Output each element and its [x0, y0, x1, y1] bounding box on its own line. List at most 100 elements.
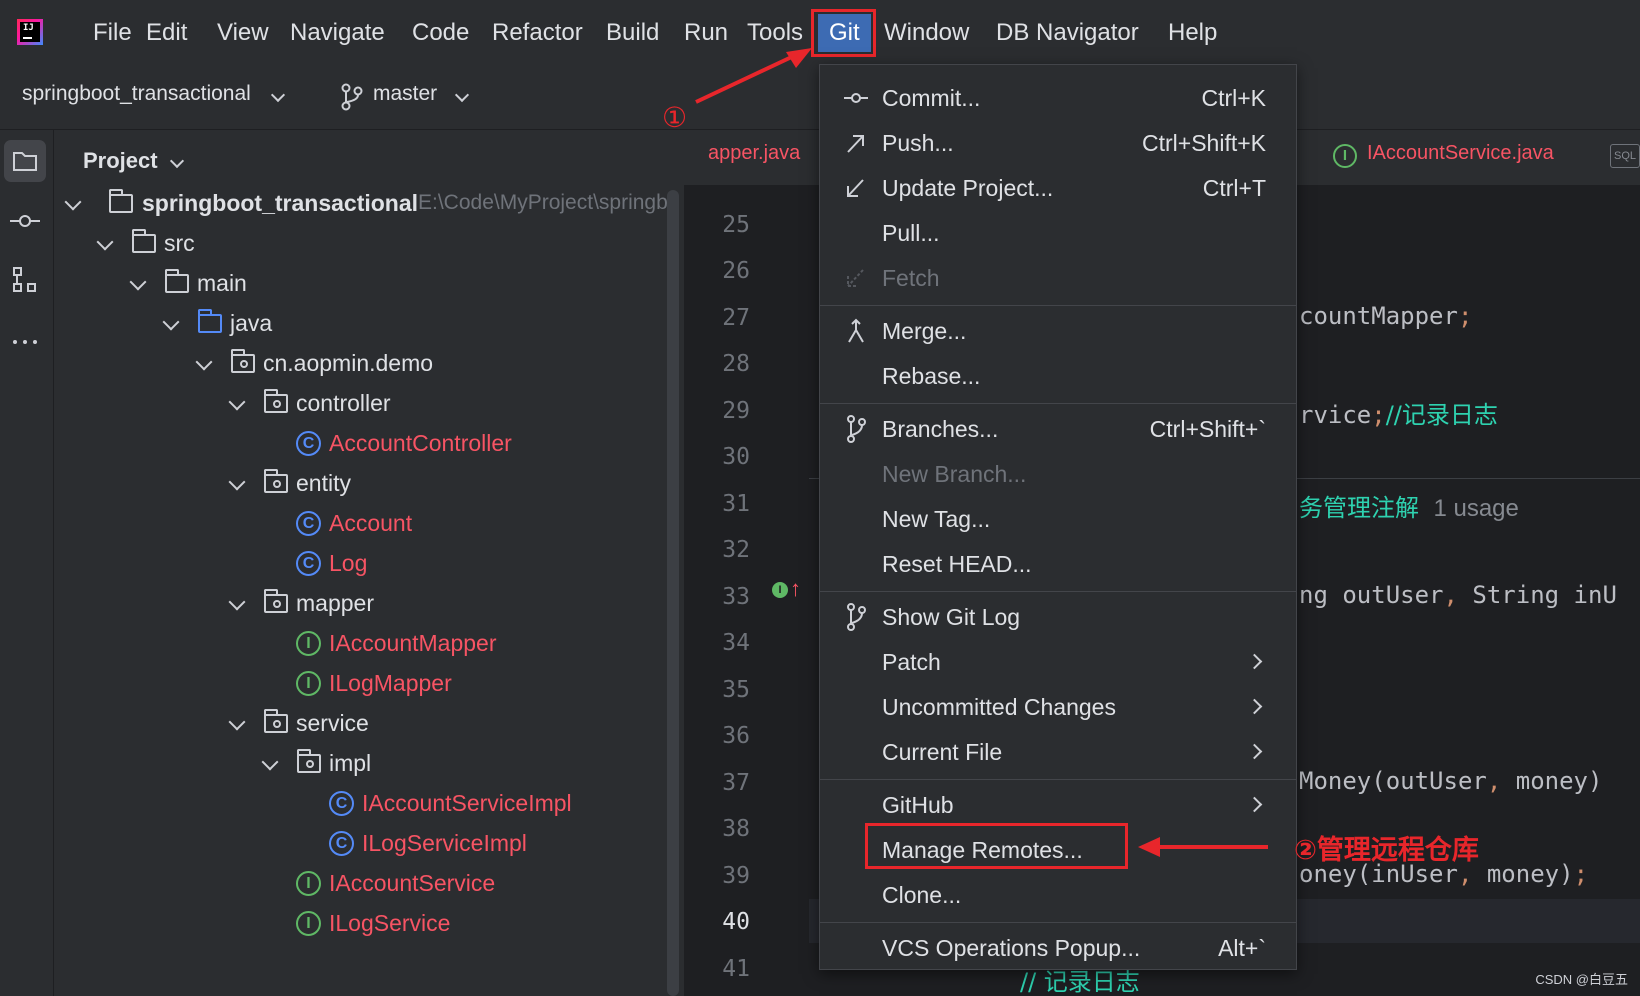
- update-arrow-icon: [847, 179, 864, 197]
- menu-help[interactable]: Help: [1164, 14, 1221, 52]
- interface-icon: I: [296, 911, 321, 936]
- git-menu-vcs-operations-popup[interactable]: VCS Operations Popup... Alt+`: [820, 927, 1296, 970]
- tree-label: mapper: [296, 590, 374, 616]
- menu-label: New Tag...: [882, 506, 991, 532]
- line-number: 28: [722, 351, 750, 377]
- chevron-down-icon: [228, 393, 246, 411]
- sql-file-icon[interactable]: SQL: [1610, 144, 1640, 168]
- root-name: springboot_transactional: [142, 190, 419, 216]
- menu-db-navigator[interactable]: DB Navigator: [992, 14, 1143, 52]
- more-tools-button[interactable]: [4, 320, 46, 362]
- code-token: money): [1472, 860, 1574, 888]
- git-branch-icon: [847, 415, 866, 443]
- code-token: rvice: [1299, 401, 1372, 429]
- annotation-arrow-step1: [695, 48, 812, 104]
- class-icon: C: [329, 791, 354, 816]
- code-token: Money(outUser: [1299, 767, 1487, 795]
- logo-text: IJ: [23, 23, 34, 33]
- menu-window[interactable]: Window: [880, 14, 973, 52]
- logo-underscore: [23, 37, 32, 39]
- tab-iaccountservice-java[interactable]: IAccountService.java: [1367, 142, 1554, 165]
- git-menu-github[interactable]: GitHub: [820, 784, 1296, 827]
- structure-tool-button[interactable]: [4, 260, 46, 302]
- menu-label: Uncommitted Changes: [882, 694, 1116, 720]
- line-number: 39: [722, 863, 750, 889]
- chevron-right-icon: [1246, 743, 1263, 760]
- tree-label: Account: [329, 510, 413, 536]
- fetch-icon: [847, 269, 864, 287]
- menu-refactor[interactable]: Refactor: [488, 14, 587, 52]
- tree-row-root[interactable]: springboot_transactional E:\Code\MyProje…: [64, 184, 687, 222]
- line-number: 36: [722, 723, 750, 749]
- git-menu-clone[interactable]: Clone...: [820, 874, 1296, 917]
- menu-file[interactable]: File: [89, 14, 136, 52]
- line-number: 38: [722, 816, 750, 842]
- tree-label: impl: [329, 750, 372, 776]
- usage-hint[interactable]: 1 usage: [1433, 495, 1518, 522]
- menu-code[interactable]: Code: [408, 14, 473, 52]
- merge-icon: [848, 318, 864, 343]
- project-selector[interactable]: springboot_transactional: [22, 82, 251, 106]
- line-number: 29: [722, 398, 750, 424]
- tree-label: ILogServiceImpl: [362, 830, 527, 856]
- annotation-box-manage-remotes: [865, 823, 1128, 869]
- override-arrow-icon[interactable]: ↑: [790, 576, 801, 602]
- menu-separator: [820, 922, 1296, 923]
- git-menu-current-file[interactable]: Current File: [820, 731, 1296, 774]
- commit-icon: [10, 215, 40, 227]
- package-icon: [264, 709, 288, 733]
- branch-selector[interactable]: master: [373, 82, 437, 106]
- tree-label: IAccountService: [329, 870, 496, 896]
- chevron-down-icon: [64, 193, 82, 211]
- git-menu-branches[interactable]: Branches... Ctrl+Shift+`: [820, 408, 1296, 451]
- menu-separator: [820, 305, 1296, 306]
- code-token: ,: [1443, 581, 1458, 609]
- git-menu-new-branch[interactable]: New Branch...: [820, 453, 1296, 496]
- git-menu-push[interactable]: Push... Ctrl+Shift+K: [820, 122, 1296, 165]
- git-menu-pull[interactable]: Pull...: [820, 212, 1296, 255]
- chevron-down-icon: [270, 87, 286, 103]
- git-menu-commit[interactable]: Commit... Ctrl+K: [820, 77, 1296, 120]
- menu-view[interactable]: View: [213, 14, 273, 52]
- menu-separator: [820, 779, 1296, 780]
- chevron-right-icon: [1246, 796, 1263, 813]
- menu-navigate[interactable]: Navigate: [286, 14, 389, 52]
- line-number: 40: [722, 909, 750, 935]
- tree-label: java: [230, 310, 273, 336]
- git-menu-reset-head[interactable]: Reset HEAD...: [820, 543, 1296, 586]
- git-menu-update-project[interactable]: Update Project... Ctrl+T: [820, 167, 1296, 210]
- project-tool-button[interactable]: [4, 140, 46, 182]
- git-menu-patch[interactable]: Patch: [820, 641, 1296, 684]
- chevron-right-icon: [1246, 698, 1263, 715]
- panel-title[interactable]: Project: [83, 148, 158, 174]
- code-comment: // 记录日志: [1020, 968, 1140, 996]
- git-menu-rebase[interactable]: Rebase...: [820, 355, 1296, 398]
- chevron-down-icon[interactable]: [169, 153, 185, 169]
- menu-build[interactable]: Build: [602, 14, 663, 52]
- intellij-logo-icon[interactable]: IJ: [17, 19, 43, 45]
- tree-label: src: [164, 230, 195, 256]
- code-token: ;: [1371, 401, 1386, 429]
- git-menu-show-git-log[interactable]: Show Git Log: [820, 596, 1296, 639]
- menu-edit[interactable]: Edit: [142, 14, 191, 52]
- git-menu-merge[interactable]: Merge...: [820, 310, 1296, 353]
- git-menu-fetch[interactable]: Fetch: [820, 257, 1296, 300]
- code-token: ng outUser: [1299, 581, 1444, 609]
- menu-label: New Branch...: [882, 461, 1027, 487]
- chevron-down-icon: [162, 313, 180, 331]
- implementation-icon[interactable]: I: [772, 582, 788, 598]
- panel-scrollbar[interactable]: [667, 190, 679, 996]
- git-menu-new-tag[interactable]: New Tag...: [820, 498, 1296, 541]
- interface-icon: I: [296, 871, 321, 896]
- annotation-step2: ②管理远程仓库: [1294, 835, 1479, 866]
- menu-label: Show Git Log: [882, 604, 1021, 630]
- commit-tool-button[interactable]: [4, 200, 46, 242]
- line-number: 34: [722, 630, 750, 656]
- tab-mapper-java[interactable]: apper.java: [708, 142, 800, 165]
- tree-label: service: [296, 710, 369, 736]
- git-menu-uncommitted-changes[interactable]: Uncommitted Changes: [820, 686, 1296, 729]
- chevron-right-icon: [1246, 653, 1263, 670]
- menu-label: Patch: [882, 649, 941, 675]
- package-icon: [231, 349, 255, 373]
- tree-label: IAccountMapper: [329, 630, 497, 656]
